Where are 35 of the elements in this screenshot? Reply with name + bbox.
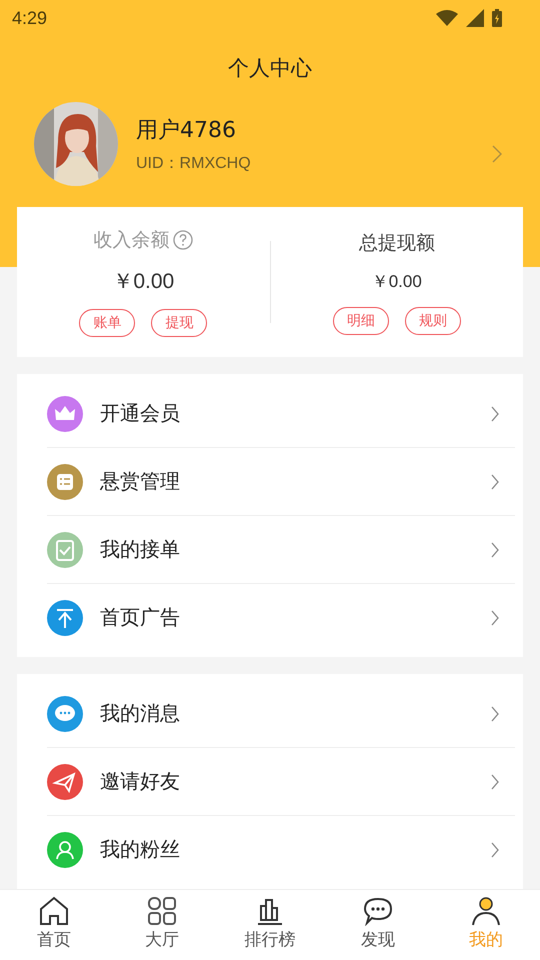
balance-amount: ￥0.00	[372, 270, 422, 292]
tab[interactable]: 大厅	[108, 890, 216, 960]
grid-icon	[146, 896, 178, 926]
menu-item[interactable]: 我的消息	[47, 680, 515, 748]
user-id: UID：RMXCHQ	[136, 154, 252, 174]
battery-icon	[492, 9, 502, 27]
chevron-right-icon[interactable]	[492, 145, 502, 163]
chevron-right-icon	[491, 474, 499, 490]
menu-item[interactable]: 我的接单	[47, 516, 515, 584]
page-title: 个人中心	[227, 55, 313, 82]
chat-icon	[362, 896, 394, 926]
status-time: 4:29	[12, 8, 48, 28]
menu-item[interactable]: 我的粉丝	[47, 816, 515, 883]
chevron-right-icon	[491, 842, 499, 858]
menu-item[interactable]: 开通会员	[47, 380, 515, 448]
chevron-right-icon	[491, 542, 499, 558]
user-name: 用户4786	[136, 116, 237, 144]
menu-item[interactable]: 邀请好友	[47, 748, 515, 816]
chevron-right-icon	[491, 706, 499, 722]
balance-label: 总提现额	[358, 230, 435, 256]
signal-icon	[466, 9, 484, 27]
help-icon[interactable]	[173, 230, 194, 250]
tab[interactable]: 首页	[0, 890, 108, 960]
chevron-right-icon	[491, 610, 499, 626]
chevron-right-icon	[491, 774, 499, 790]
home-icon	[38, 896, 70, 926]
menu-item[interactable]: 首页广告	[47, 584, 515, 651]
tab[interactable]: 发现	[324, 890, 432, 960]
balance-label: 收入余额	[93, 228, 170, 253]
user-icon	[470, 896, 502, 926]
wifi-icon	[436, 10, 458, 26]
balance-amount: ￥0.00	[112, 269, 174, 295]
tab[interactable]: 排行榜	[216, 890, 324, 960]
menu-item[interactable]: 悬赏管理	[47, 448, 515, 516]
chevron-right-icon	[491, 406, 499, 422]
